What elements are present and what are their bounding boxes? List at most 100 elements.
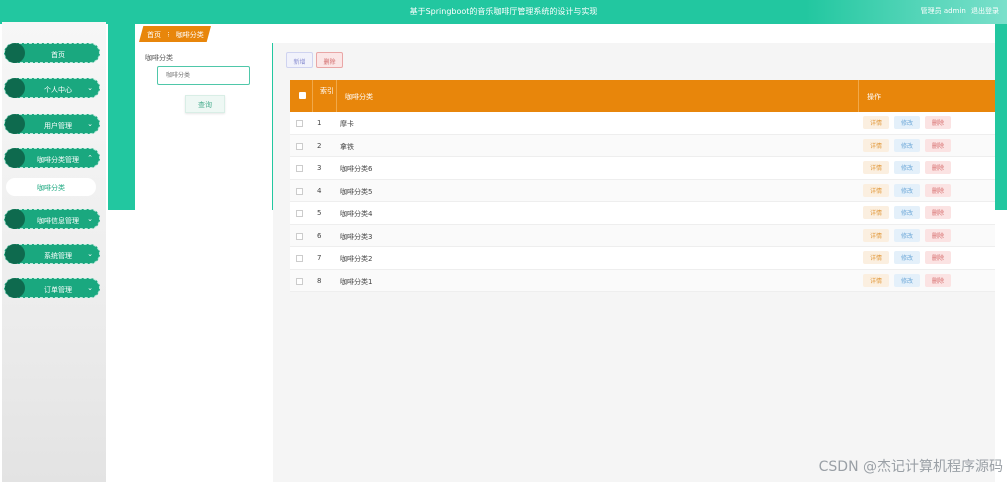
detail-button[interactable]: 详情: [863, 161, 889, 174]
sidebar-item-coffee-info[interactable]: 咖啡信息管理 ⌄: [4, 209, 100, 229]
watermark: CSDN @杰记计算机程序源码: [818, 459, 1003, 475]
delete-button[interactable]: 删除: [925, 273, 951, 287]
table-row: 4 咖啡分类5 详情 修改 删除: [290, 179, 995, 202]
main-content: 新增 删除 索引 咖啡分类 操作 1 摩卡 详情 修改 删除 2 拿铁 详情 修改 删除 3 咖啡分类…: [273, 43, 995, 482]
breadcrumb-home[interactable]: 首页: [147, 31, 161, 39]
breadcrumb-tab[interactable]: 首页 ⁝ 咖啡分类: [139, 26, 211, 42]
chevron-down-icon: ⌄: [87, 284, 93, 292]
row-name: 咖啡分类6: [340, 165, 373, 173]
search-input[interactable]: [157, 66, 250, 85]
edit-button[interactable]: 修改: [894, 138, 920, 152]
search-label: 咖啡分类: [145, 54, 173, 62]
delete-button[interactable]: 删除: [925, 138, 951, 152]
edit-button[interactable]: 修改: [894, 116, 920, 129]
sidebar-item-label: 咖啡信息管理: [37, 217, 79, 225]
breadcrumb: 首页 ⁝ 咖啡分类: [135, 24, 995, 43]
detail-button[interactable]: 详情: [863, 138, 889, 152]
row-name: 咖啡分类1: [340, 277, 373, 286]
row-checkbox[interactable]: [296, 232, 303, 240]
table-body: 1 摩卡 详情 修改 删除 2 拿铁 详情 修改 删除 3 咖啡分类6 详情 修改 删除 4 咖啡分类5 详情 修改…: [290, 112, 995, 292]
search-button[interactable]: 查询: [185, 95, 225, 113]
column-divider: [858, 80, 859, 112]
row-checkbox[interactable]: [296, 277, 303, 285]
sidebar-item-coffee-category[interactable]: 咖啡分类管理 ⌃: [4, 148, 100, 168]
sidebar-item-label: 订单管理: [44, 286, 72, 294]
sidebar-item-users[interactable]: 用户管理 ⌄: [4, 114, 100, 134]
category-table: 索引 咖啡分类 操作 1 摩卡 详情 修改 删除 2 拿铁 详情 修改 删除 3 咖啡分类6 详情 修改删…: [290, 80, 995, 292]
sidebar-item-home[interactable]: 首页: [4, 43, 100, 63]
select-all-checkbox[interactable]: [299, 92, 306, 99]
row-index: 1: [317, 119, 322, 127]
edit-button[interactable]: 修改: [894, 206, 920, 219]
row-checkbox[interactable]: [296, 120, 303, 127]
sidebar-item-label: 用户管理: [44, 122, 72, 130]
sidebar-subitem-coffee-category[interactable]: 咖啡分类: [6, 178, 96, 196]
column-divider: [336, 80, 337, 112]
column-divider: [312, 80, 313, 112]
row-name: 咖啡分类3: [340, 232, 373, 241]
table-row: 7 咖啡分类2 详情 修改 删除: [290, 247, 995, 270]
chevron-up-icon: ⌃: [87, 154, 93, 162]
sidebar: 首页 个人中心 ⌄ 用户管理 ⌄ 咖啡分类管理 ⌃ 咖啡分类 咖啡信息管理 ⌄ …: [2, 22, 106, 482]
row-name: 拿铁: [340, 142, 354, 151]
logout-link[interactable]: 退出登录: [971, 7, 999, 15]
search-panel: 咖啡分类 查询: [135, 43, 272, 482]
user-label: 管理员 admin: [920, 7, 966, 15]
row-name: 咖啡分类5: [340, 187, 373, 196]
detail-button[interactable]: 详情: [863, 206, 889, 219]
row-checkbox[interactable]: [296, 187, 303, 195]
menu-dot-icon: [5, 148, 25, 168]
edit-button[interactable]: 修改: [894, 161, 920, 174]
sidebar-item-label: 系统管理: [44, 252, 72, 260]
edit-button[interactable]: 修改: [894, 228, 920, 242]
table-header: 索引 咖啡分类 操作: [290, 80, 995, 112]
sidebar-item-label: 咖啡分类管理: [37, 156, 79, 164]
table-row: 6 咖啡分类3 详情 修改 删除: [290, 224, 995, 247]
delete-button[interactable]: 删除: [925, 251, 951, 264]
sidebar-item-system[interactable]: 系统管理 ⌄: [4, 244, 100, 264]
row-index: 4: [317, 186, 322, 195]
table-row: 3 咖啡分类6 详情 修改 删除: [290, 157, 995, 180]
detail-button[interactable]: 详情: [863, 116, 889, 129]
row-index: 7: [317, 254, 322, 262]
sidebar-item-profile[interactable]: 个人中心 ⌄: [4, 78, 100, 98]
delete-button[interactable]: 删除: [925, 116, 951, 129]
menu-dot-icon: [5, 244, 25, 264]
delete-button[interactable]: 删除: [925, 161, 951, 174]
sidebar-item-label: 首页: [51, 51, 65, 59]
row-checkbox[interactable]: [296, 142, 303, 150]
table-row: 1 摩卡 详情 修改 删除: [290, 112, 995, 135]
row-name: 咖啡分类4: [340, 210, 373, 218]
edit-button[interactable]: 修改: [894, 183, 920, 197]
delete-button[interactable]: 删除: [925, 206, 951, 219]
table-row: 5 咖啡分类4 详情 修改 删除: [290, 202, 995, 225]
row-checkbox[interactable]: [296, 165, 303, 172]
menu-dot-icon: [5, 278, 25, 298]
row-checkbox[interactable]: [296, 255, 303, 262]
menu-dot-icon: [5, 209, 25, 229]
delete-button[interactable]: 删除: [925, 183, 951, 197]
edit-button[interactable]: 修改: [894, 251, 920, 264]
detail-button[interactable]: 详情: [863, 273, 889, 287]
add-button[interactable]: 新增: [286, 52, 313, 68]
table-row: 8 咖啡分类1 详情 修改 删除: [290, 269, 995, 292]
detail-button[interactable]: 详情: [863, 183, 889, 197]
breadcrumb-current: 咖啡分类: [175, 31, 204, 39]
row-name: 摩卡: [340, 120, 354, 128]
menu-dot-icon: [5, 43, 25, 63]
chevron-down-icon: ⌄: [87, 215, 93, 223]
detail-button[interactable]: 详情: [863, 228, 889, 242]
user-area: 管理员 admin 退出登录: [918, 6, 999, 16]
row-index: 3: [317, 164, 322, 172]
sidebar-item-orders[interactable]: 订单管理 ⌄: [4, 278, 100, 298]
row-name: 咖啡分类2: [340, 255, 373, 263]
menu-dot-icon: [5, 78, 25, 98]
edit-button[interactable]: 修改: [894, 273, 920, 287]
row-checkbox[interactable]: [296, 210, 303, 217]
delete-button[interactable]: 删除: [925, 228, 951, 242]
row-index: 6: [317, 231, 322, 240]
table-row: 2 拿铁 详情 修改 删除: [290, 134, 995, 157]
detail-button[interactable]: 详情: [863, 251, 889, 264]
bulk-delete-button[interactable]: 删除: [316, 52, 343, 68]
chevron-down-icon: ⌄: [87, 84, 93, 92]
